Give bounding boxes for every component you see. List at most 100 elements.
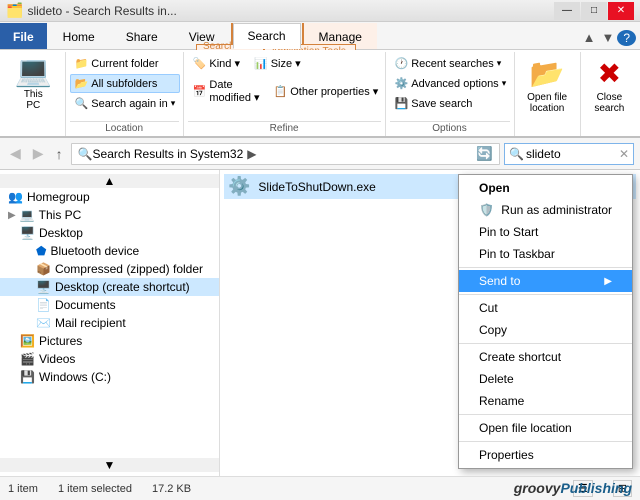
open-location-icon: 📂 (530, 57, 565, 90)
sidebar-item-desktop[interactable]: 🖥️ Desktop (0, 224, 219, 242)
expand-icon: ▶ (8, 210, 16, 221)
sidebar-item-this-pc[interactable]: ▶ 💻 This PC (0, 206, 219, 224)
ctx-rename[interactable]: Rename (459, 390, 632, 412)
recent-arrow: ▾ (497, 58, 502, 69)
tab-share[interactable]: Share (111, 23, 173, 49)
ribbon-group-this-pc: 💻 This PC (2, 52, 66, 136)
close-search-label: Close search (594, 92, 624, 114)
ctx-cut[interactable]: Cut (459, 297, 632, 319)
address-bar[interactable]: 🔍 Search Results in System32 ▶ 🔄 (71, 143, 500, 165)
clear-search-button[interactable]: ✕ (619, 147, 629, 161)
ctx-sep-3 (459, 343, 632, 344)
date-modified-button[interactable]: 📅 Date modified ▾ (188, 76, 265, 107)
search-again-arrow: ▾ (171, 98, 176, 109)
ctx-open[interactable]: Open (459, 177, 632, 199)
refresh-button[interactable]: 🔄 (476, 146, 493, 162)
ribbon-nav-down[interactable]: ▼ (598, 29, 617, 46)
mail-icon: ✉️ (36, 316, 51, 330)
pictures-icon: 🖼️ (20, 334, 35, 348)
forward-button[interactable]: ▶ (29, 143, 48, 164)
save-search-button[interactable]: 💾 Save search (390, 94, 512, 113)
bluetooth-icon: ⬟ (36, 244, 46, 258)
sidebar-item-desktop-shortcut[interactable]: 🖥️ Desktop (create shortcut) (0, 278, 219, 296)
sidebar-item-compressed[interactable]: 📦 Compressed (zipped) folder (0, 260, 219, 278)
selected-count: 1 item selected (58, 483, 132, 495)
search-box[interactable]: 🔍 ✕ (504, 143, 634, 165)
sidebar-item-windows-c[interactable]: 💾 Windows (C:) (0, 368, 219, 386)
ribbon-group-refine: 🏷️ Kind ▾ 📊 Size ▾ 📅 Date modified ▾ 📋 (184, 52, 386, 136)
homegroup-icon: 👥 (8, 190, 23, 204)
advanced-options-button[interactable]: ⚙️ Advanced options ▾ (390, 74, 512, 93)
this-pc-icon: 💻 (15, 57, 52, 87)
title-bar: 🗂️ slideto - Search Results in... — □ ✕ (0, 0, 640, 22)
exe-icon: ⚙️ (228, 176, 250, 197)
search-again-icon: 🔍 (75, 97, 89, 110)
ribbon-nav-up[interactable]: ▲ (580, 29, 599, 46)
address-path: Search Results in System32 (93, 147, 244, 161)
sidebar-item-videos[interactable]: 🎬 Videos (0, 350, 219, 368)
search-again-button[interactable]: 🔍 Search again in ▾ (70, 94, 181, 113)
maximize-button[interactable]: □ (581, 2, 607, 20)
ribbon-group-close-search: ✖ Close search (581, 52, 638, 136)
close-search-button[interactable]: ✖ Close search (584, 54, 634, 117)
ctx-pin-to-start[interactable]: Pin to Start (459, 221, 632, 243)
this-pc-sidebar-icon: 💻 (20, 208, 35, 222)
save-icon: 💾 (395, 97, 409, 110)
item-count: 1 item (8, 483, 38, 495)
sidebar: ▲ 👥 Homegroup ▶ 💻 This PC 🖥️ Desktop ⬟ B… (0, 170, 220, 476)
sidebar-item-bluetooth[interactable]: ⬟ Bluetooth device (0, 242, 219, 260)
view-tiles-button[interactable]: ⊞ (613, 480, 632, 497)
sidebar-item-mail[interactable]: ✉️ Mail recipient (0, 314, 219, 332)
ctx-pin-to-taskbar[interactable]: Pin to Taskbar (459, 243, 632, 265)
this-pc-label: This PC (24, 89, 43, 111)
kind-button[interactable]: 🏷️ Kind ▾ (188, 54, 245, 73)
view-mode-button[interactable]: ☰ (573, 480, 593, 497)
date-icon: 📅 (193, 85, 207, 98)
ctx-create-shortcut[interactable]: Create shortcut (459, 346, 632, 368)
ctx-properties[interactable]: Properties (459, 444, 632, 466)
minimize-button[interactable]: — (554, 2, 580, 20)
help-button[interactable]: ? (617, 30, 636, 46)
window-title: slideto - Search Results in... (27, 4, 554, 18)
other-properties-button[interactable]: 📋 Other properties ▾ (269, 76, 384, 107)
recent-searches-button[interactable]: 🕐 Recent searches ▾ (390, 54, 512, 73)
ctx-sep-5 (459, 441, 632, 442)
documents-icon: 📄 (36, 298, 51, 312)
all-subfolders-button[interactable]: 📂 All subfolders (70, 74, 181, 93)
ctx-run-as-admin[interactable]: 🛡️ Run as administrator (459, 199, 632, 221)
sidebar-item-pictures[interactable]: 🖼️ Pictures (0, 332, 219, 350)
send-to-arrow: ▶ (604, 276, 612, 287)
tab-file[interactable]: File (0, 23, 47, 49)
ctx-send-to[interactable]: Send to ▶ (459, 270, 632, 292)
tab-home[interactable]: Home (48, 23, 110, 49)
close-button[interactable]: ✕ (608, 2, 634, 20)
up-button[interactable]: ↑ (52, 144, 67, 164)
search-input[interactable] (526, 147, 619, 161)
status-bar: 1 item 1 item selected 17.2 KB ☰ ⊞ (0, 476, 640, 500)
admin-icon: 🛡️ (479, 203, 494, 217)
open-file-location-button[interactable]: 📂 Open file location (519, 54, 576, 117)
ribbon-group-options: 🕐 Recent searches ▾ ⚙️ Advanced options … (386, 52, 515, 136)
sidebar-scroll-down[interactable]: ▼ (0, 458, 219, 472)
ctx-delete[interactable]: Delete (459, 368, 632, 390)
this-pc-button[interactable]: 💻 This PC (6, 54, 61, 114)
app-icon: 🗂️ (6, 2, 23, 19)
ctx-sep-1 (459, 267, 632, 268)
back-button[interactable]: ◀ (6, 143, 25, 164)
advanced-icon: ⚙️ (395, 77, 409, 90)
file-list[interactable]: ⚙️ SlideToShutDown.exe Size: 17.2 KB Ope… (220, 170, 640, 476)
ctx-sep-2 (459, 294, 632, 295)
ctx-open-file-location[interactable]: Open file location (459, 417, 632, 439)
ctx-copy[interactable]: Copy (459, 319, 632, 341)
context-menu: Open 🛡️ Run as administrator Pin to Star… (458, 174, 633, 469)
properties-icon: 📋 (274, 85, 288, 98)
sidebar-item-homegroup[interactable]: 👥 Homegroup (0, 188, 219, 206)
current-folder-button[interactable]: 📁 Current folder (70, 54, 181, 73)
ribbon: 💻 This PC 📁 Current folder 📂 All subfold… (0, 50, 640, 138)
size-button[interactable]: 📊 Size ▾ (249, 54, 306, 73)
ribbon-group-open-location: 📂 Open file location (515, 52, 581, 136)
tab-search[interactable]: Search (233, 23, 301, 49)
folder-icon: 📁 (75, 57, 89, 70)
sidebar-scroll-up[interactable]: ▲ (0, 174, 219, 188)
sidebar-item-documents[interactable]: 📄 Documents (0, 296, 219, 314)
